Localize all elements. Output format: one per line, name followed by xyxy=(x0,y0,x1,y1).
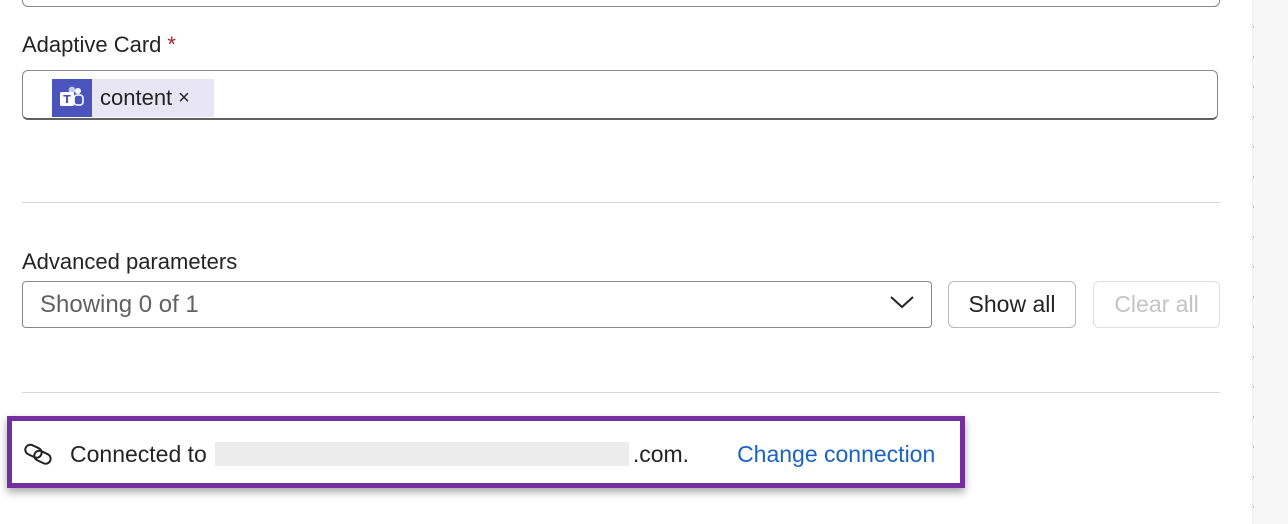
svg-text:T: T xyxy=(63,93,71,106)
token-label: content xyxy=(100,85,173,110)
canvas-edge-strip xyxy=(1252,0,1288,524)
advanced-parameters-label: Advanced parameters xyxy=(22,249,238,274)
action-settings-panel: Adaptive Card * T content × Advanced para… xyxy=(0,0,1252,524)
section-divider xyxy=(22,202,1220,203)
show-all-button[interactable]: Show all xyxy=(948,281,1076,328)
redacted-account xyxy=(214,442,629,466)
advanced-parameters-dropdown[interactable]: Showing 0 of 1 xyxy=(22,281,932,328)
teams-icon: T xyxy=(52,79,92,117)
connected-to-label: Connected to xyxy=(70,440,207,467)
link-icon xyxy=(22,438,54,470)
dropdown-value: Showing 0 of 1 xyxy=(40,290,199,318)
section-divider-2 xyxy=(22,392,1220,393)
connection-domain-suffix: .com. xyxy=(632,440,690,467)
clear-all-button[interactable]: Clear all xyxy=(1093,281,1220,328)
content-token[interactable]: T content × xyxy=(52,79,214,117)
change-connection-link[interactable]: Change connection xyxy=(737,441,935,468)
remove-token-button[interactable]: × xyxy=(178,87,190,110)
adaptive-card-input[interactable]: T content × xyxy=(22,70,1218,120)
adaptive-card-label: Adaptive Card * xyxy=(22,32,176,57)
connection-row: Connected to .com. Change connection xyxy=(22,434,935,474)
chevron-down-icon xyxy=(889,294,915,315)
required-mark: * xyxy=(167,32,176,57)
previous-field-bottom-edge[interactable] xyxy=(22,0,1220,7)
